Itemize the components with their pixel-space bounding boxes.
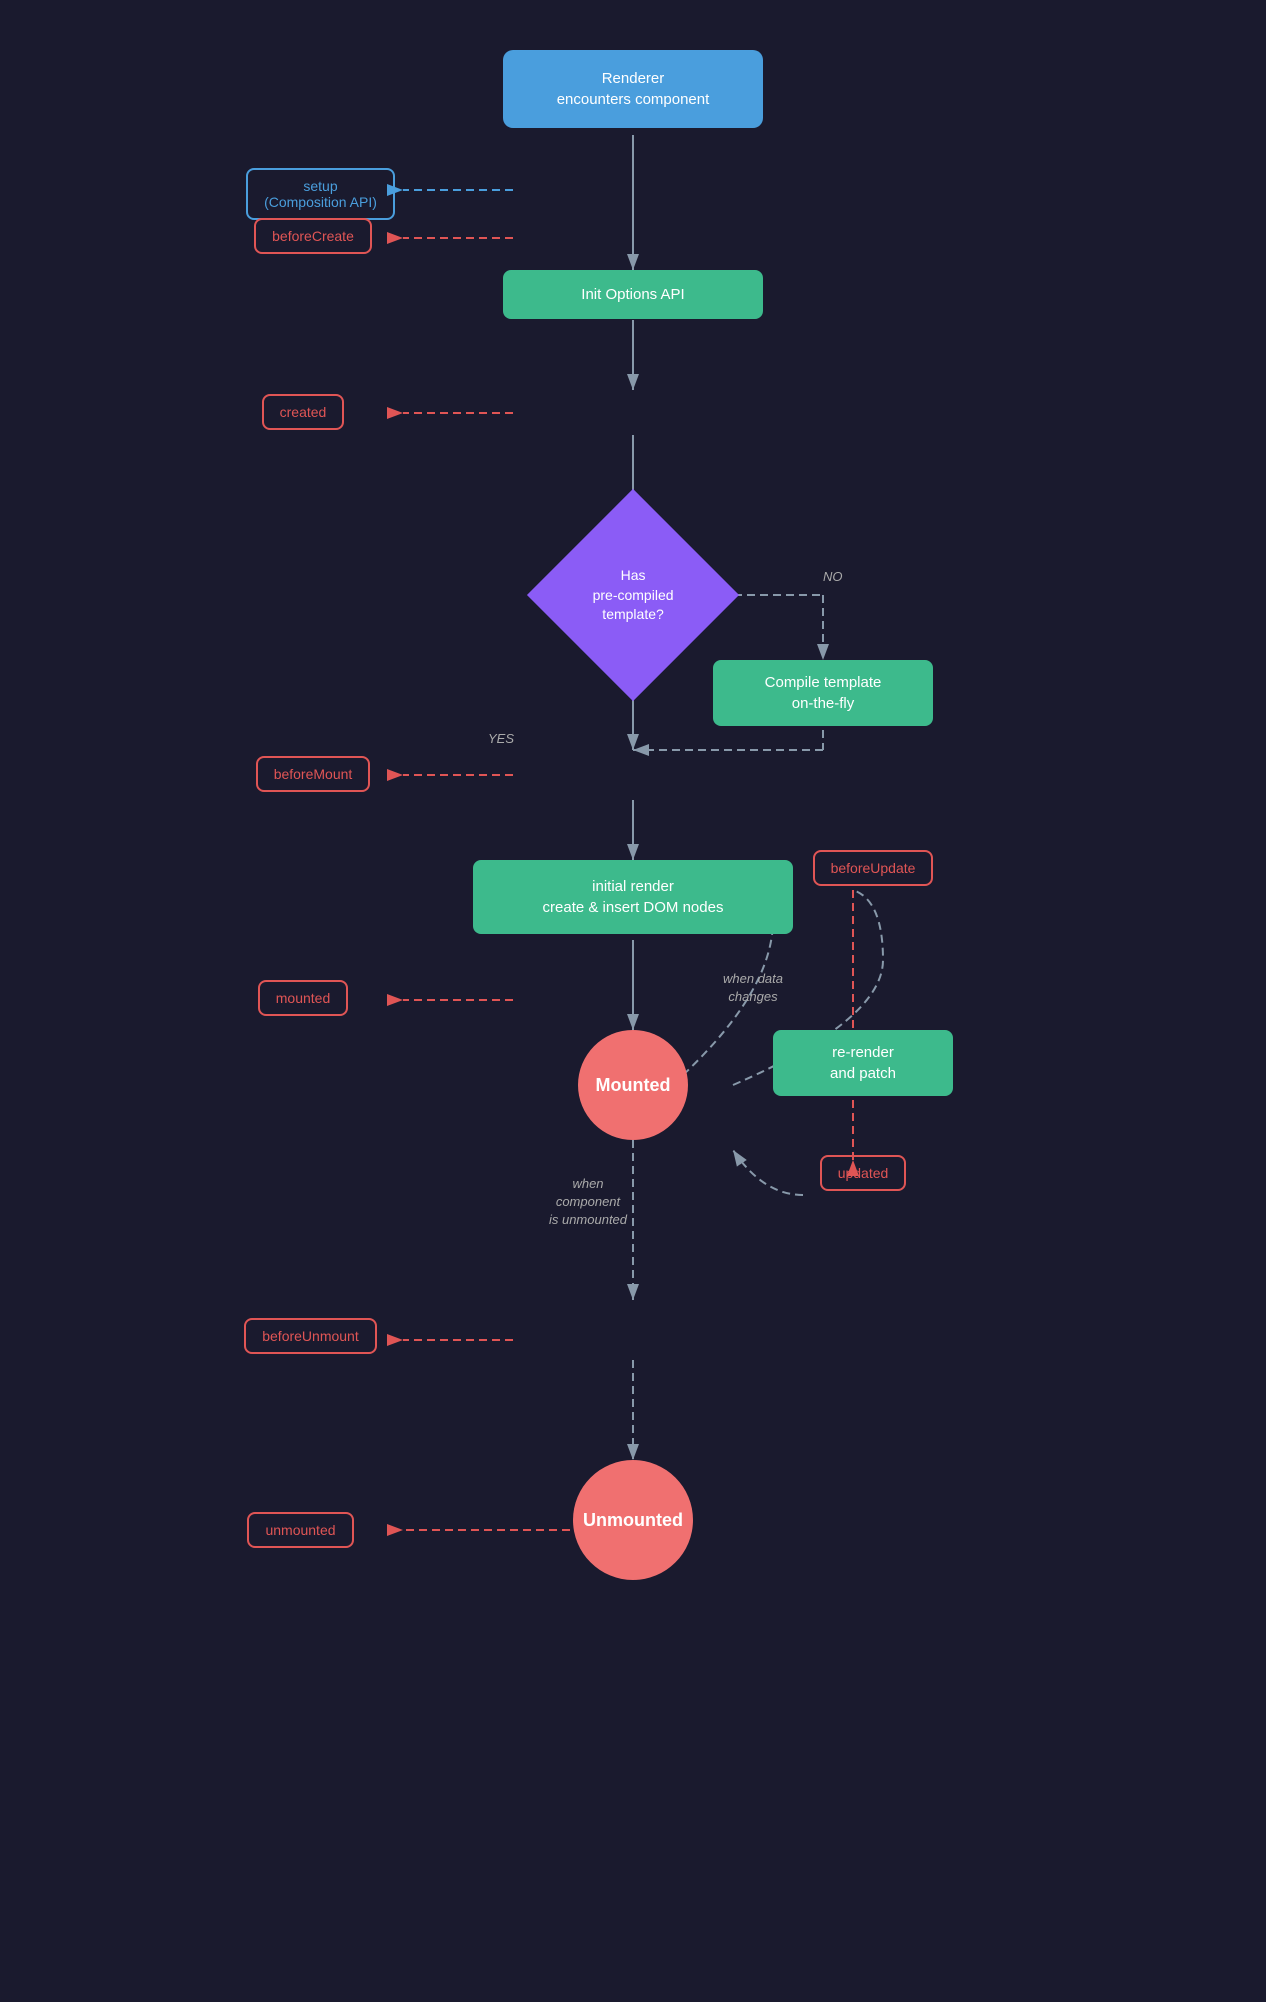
template-diamond-text: Haspre-compiledtemplate? xyxy=(593,566,674,625)
init-options-node: Init Options API xyxy=(503,270,763,319)
mounted-circle-node: Mounted xyxy=(543,1030,723,1140)
before-update-node: beforeUpdate xyxy=(793,850,953,886)
mounted-hook-label: mounted xyxy=(258,980,348,1016)
before-create-label: beforeCreate xyxy=(254,218,372,254)
unmounted-circle-label: Unmounted xyxy=(573,1460,693,1580)
init-options-label: Init Options API xyxy=(503,270,763,319)
mounted-hook-node: mounted xyxy=(233,980,373,1016)
mounted-circle-label: Mounted xyxy=(578,1030,688,1140)
re-render-label: re-renderand patch xyxy=(773,1030,953,1096)
no-label: NO xyxy=(823,568,843,586)
created-node: created xyxy=(233,394,373,430)
before-mount-node: beforeMount xyxy=(233,756,393,792)
initial-render-node: initial rendercreate & insert DOM nodes xyxy=(473,860,793,934)
before-unmount-label: beforeUnmount xyxy=(244,1318,377,1354)
updated-label: updated xyxy=(820,1155,907,1191)
setup-label: setup(Composition API) xyxy=(246,168,395,220)
renderer-label: Rendererencounters component xyxy=(503,50,763,128)
template-diamond: Haspre-compiledtemplate? xyxy=(527,489,739,701)
before-update-label: beforeUpdate xyxy=(813,850,934,886)
compile-template-node: Compile templateon-the-fly xyxy=(713,660,933,726)
template-diamond-node: Haspre-compiledtemplate? xyxy=(558,520,708,670)
compile-template-label: Compile templateon-the-fly xyxy=(713,660,933,726)
re-render-node: re-renderand patch xyxy=(773,1030,953,1096)
unmounted-circle-node: Unmounted xyxy=(543,1460,723,1580)
unmounted-hook-node: unmounted xyxy=(223,1512,378,1548)
created-label: created xyxy=(262,394,345,430)
unmounted-hook-label: unmounted xyxy=(247,1512,353,1548)
diagram-container: Rendererencounters component setup(Compo… xyxy=(203,20,1063,1980)
before-unmount-node: beforeUnmount xyxy=(223,1318,398,1354)
initial-render-label: initial rendercreate & insert DOM nodes xyxy=(473,860,793,934)
when-unmounted-label: whencomponentis unmounted xyxy=(533,1175,643,1230)
before-create-node: beforeCreate xyxy=(233,218,393,254)
when-data-changes-label: when datachanges xyxy=(693,970,813,1006)
yes-label: YES xyxy=(488,730,514,748)
renderer-node: Rendererencounters component xyxy=(503,50,763,128)
before-mount-label: beforeMount xyxy=(256,756,371,792)
setup-node: setup(Composition API) xyxy=(233,168,408,220)
updated-node: updated xyxy=(793,1155,933,1191)
